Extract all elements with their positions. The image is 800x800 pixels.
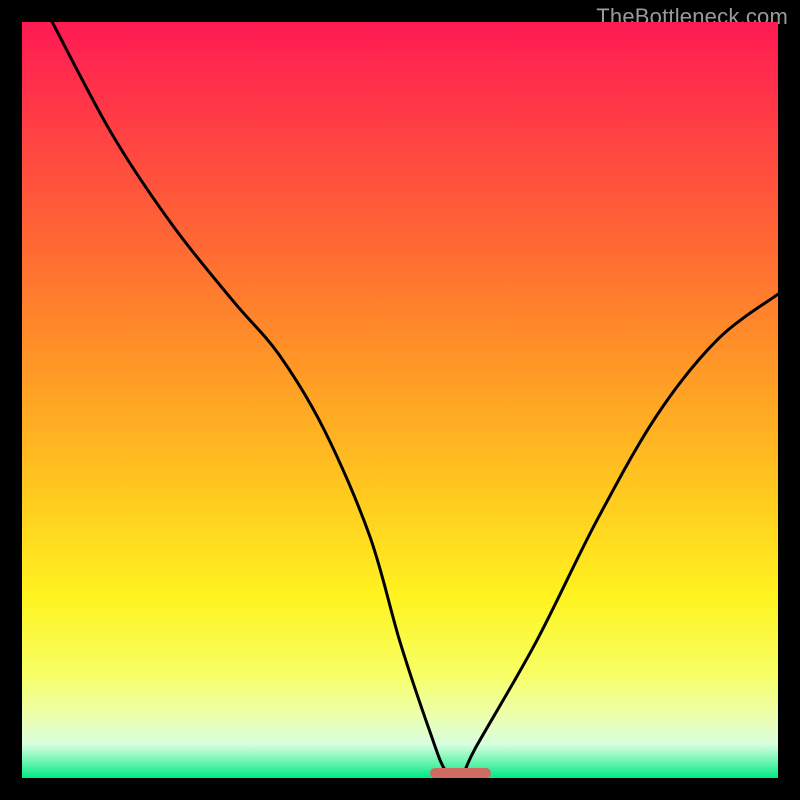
- gradient-background: [22, 22, 778, 778]
- plot-svg: [22, 22, 778, 778]
- plot-area: [22, 22, 778, 778]
- chart-frame: TheBottleneck.com: [0, 0, 800, 800]
- optimal-range-marker: [430, 768, 490, 778]
